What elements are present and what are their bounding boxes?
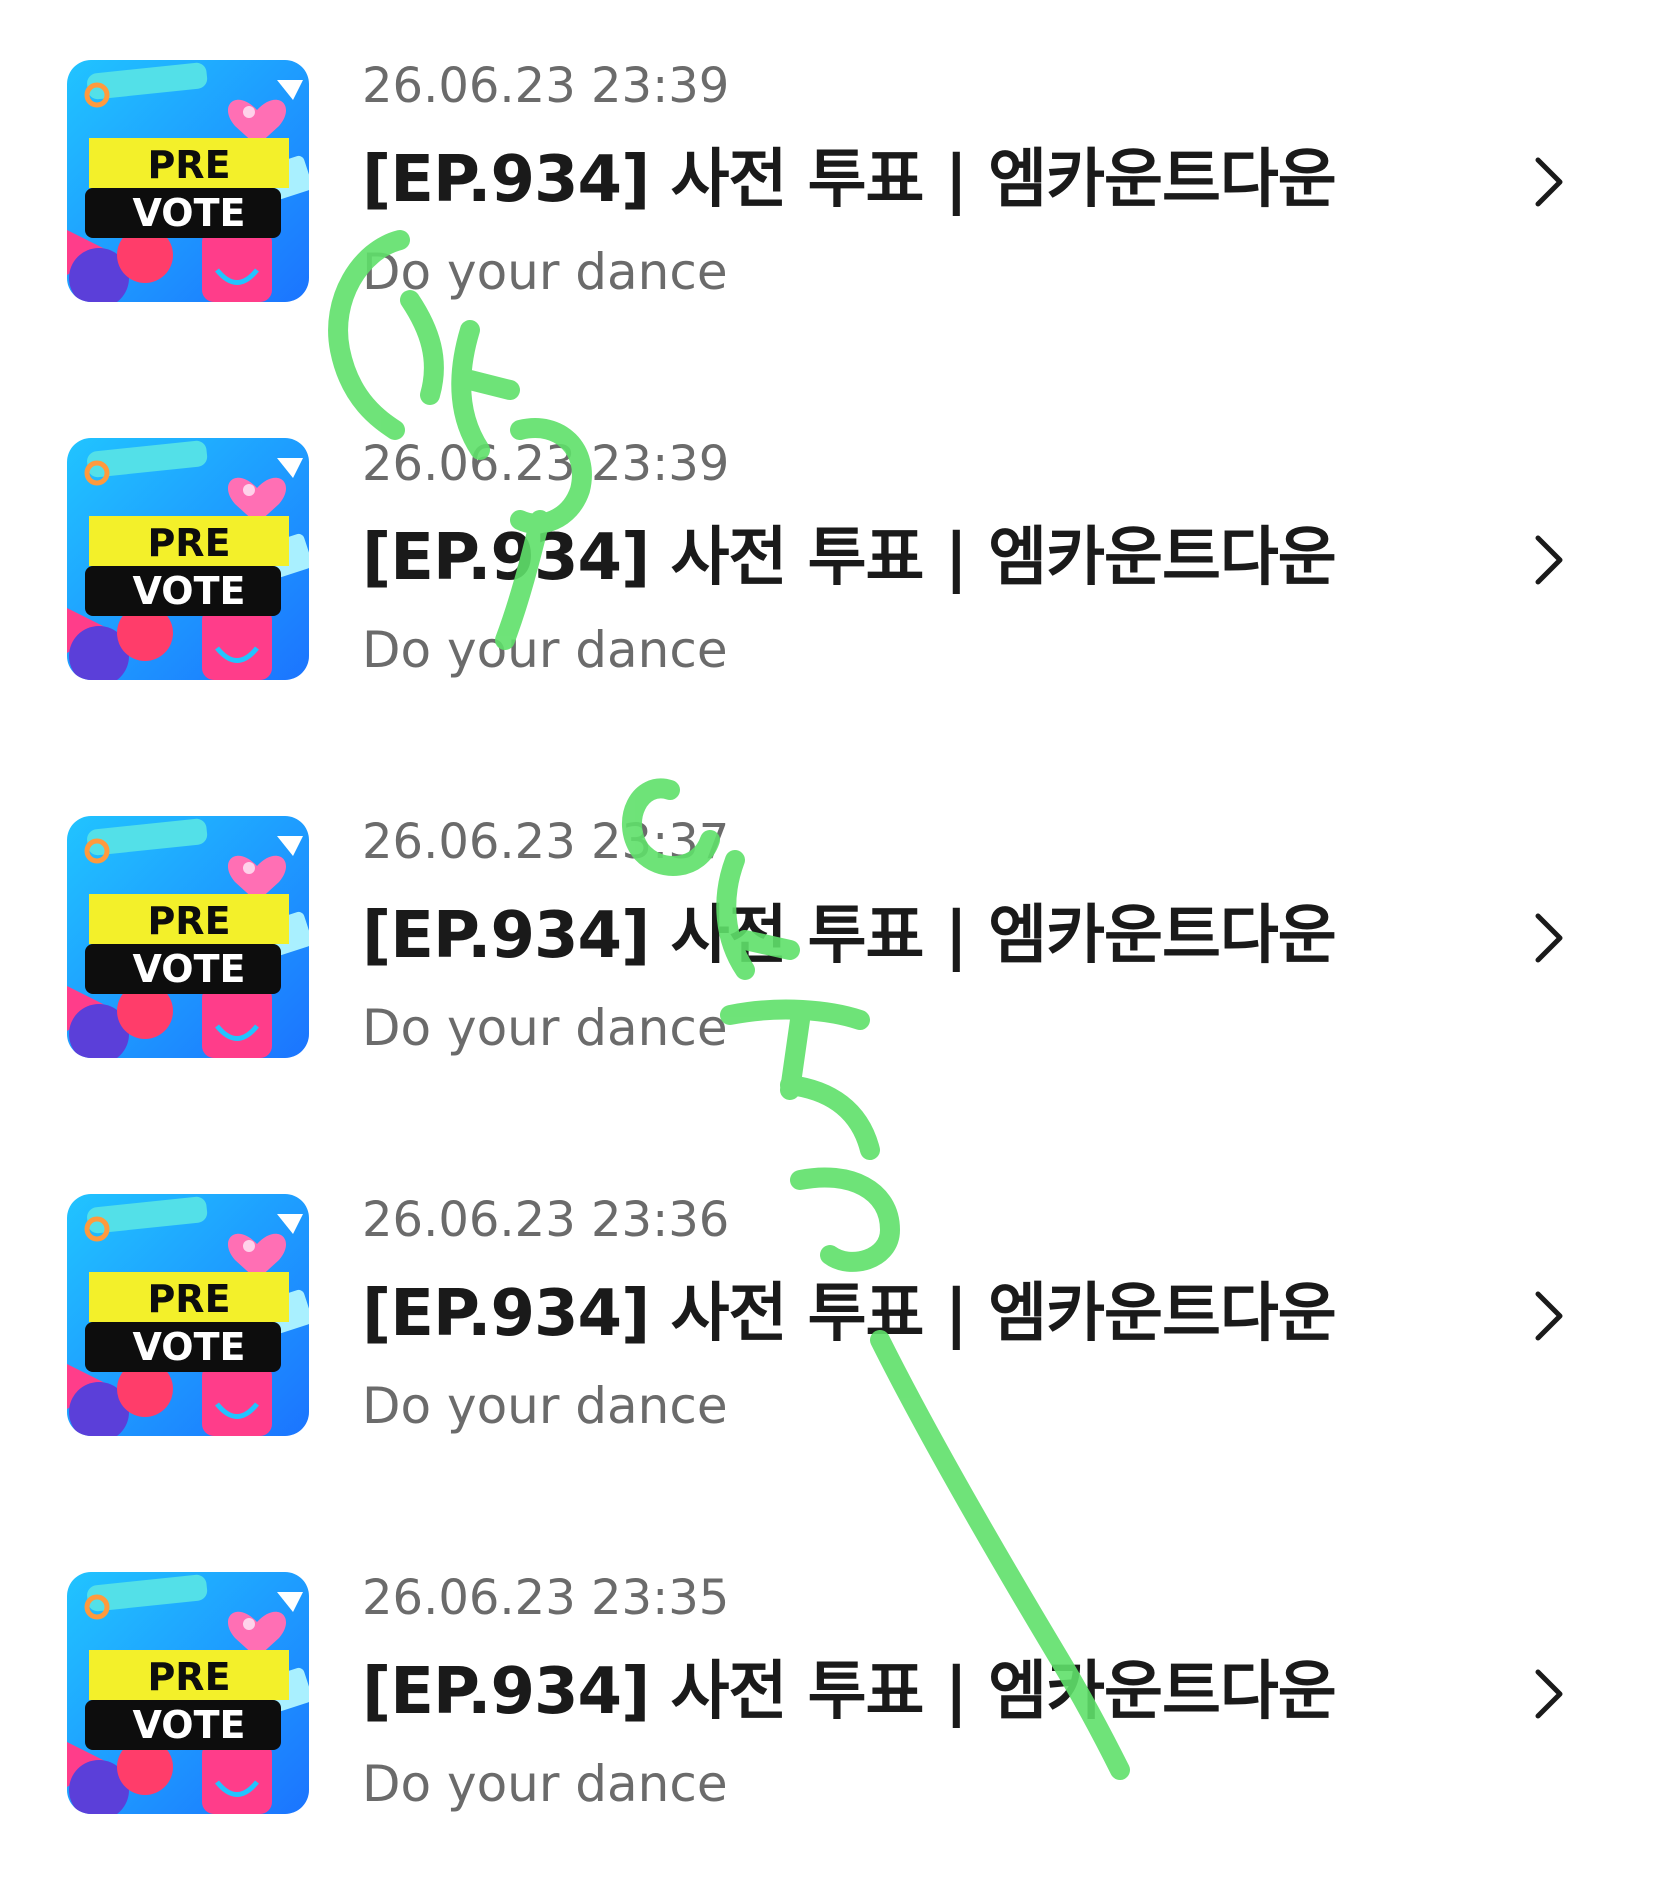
pre-vote-thumbnail: PRE VOTE	[67, 816, 309, 1058]
list-item[interactable]: PRE VOTE 26.06.23 23:39 [EP.934] 사전 투표 |…	[0, 0, 1668, 302]
chevron-right-icon[interactable]	[1528, 152, 1568, 212]
item-subtitle: Do your dance	[362, 999, 728, 1057]
item-date: 26.06.23 23:39	[362, 58, 730, 114]
chevron-right-icon[interactable]	[1528, 1664, 1568, 1724]
svg-text:VOTE: VOTE	[133, 1703, 246, 1747]
chevron-right-icon[interactable]	[1528, 908, 1568, 968]
item-subtitle: Do your dance	[362, 1755, 728, 1813]
chevron-right-icon[interactable]	[1528, 530, 1568, 590]
item-title: [EP.934] 사전 투표 | 엠카운트다운	[362, 143, 1337, 217]
list-item[interactable]: PRE VOTE 26.06.23 23:35 [EP.934] 사전 투표 |…	[0, 1512, 1668, 1814]
list-item[interactable]: PRE VOTE 26.06.23 23:37 [EP.934] 사전 투표 |…	[0, 756, 1668, 1058]
pre-vote-thumbnail: PRE VOTE	[67, 60, 309, 302]
item-subtitle: Do your dance	[362, 621, 728, 679]
pre-vote-thumbnail: PRE VOTE	[67, 1572, 309, 1814]
svg-text:PRE: PRE	[147, 1655, 230, 1699]
item-date: 26.06.23 23:39	[362, 436, 730, 492]
item-date: 26.06.23 23:36	[362, 1192, 730, 1248]
svg-text:PRE: PRE	[147, 899, 230, 943]
svg-text:PRE: PRE	[147, 143, 230, 187]
svg-text:PRE: PRE	[147, 521, 230, 565]
item-date: 26.06.23 23:37	[362, 814, 730, 870]
item-title: [EP.934] 사전 투표 | 엠카운트다운	[362, 1277, 1337, 1351]
item-subtitle: Do your dance	[362, 1377, 728, 1435]
svg-text:VOTE: VOTE	[133, 569, 246, 613]
item-title: [EP.934] 사전 투표 | 엠카운트다운	[362, 521, 1337, 595]
pre-vote-thumbnail: PRE VOTE	[67, 1194, 309, 1436]
svg-text:VOTE: VOTE	[133, 191, 246, 235]
item-title: [EP.934] 사전 투표 | 엠카운트다운	[362, 899, 1337, 973]
list-item[interactable]: PRE VOTE 26.06.23 23:39 [EP.934] 사전 투표 |…	[0, 378, 1668, 680]
svg-text:PRE: PRE	[147, 1277, 230, 1321]
pre-vote-thumbnail: PRE VOTE	[67, 438, 309, 680]
list-item[interactable]: PRE VOTE 26.06.23 23:36 [EP.934] 사전 투표 |…	[0, 1134, 1668, 1436]
item-title: [EP.934] 사전 투표 | 엠카운트다운	[362, 1655, 1337, 1729]
svg-text:VOTE: VOTE	[133, 947, 246, 991]
item-date: 26.06.23 23:35	[362, 1570, 730, 1626]
vote-history-list: PRE VOTE 26.06.23 23:39 [EP.934] 사전 투표 |…	[0, 0, 1668, 1882]
svg-text:VOTE: VOTE	[133, 1325, 246, 1369]
item-subtitle: Do your dance	[362, 243, 728, 301]
chevron-right-icon[interactable]	[1528, 1286, 1568, 1346]
